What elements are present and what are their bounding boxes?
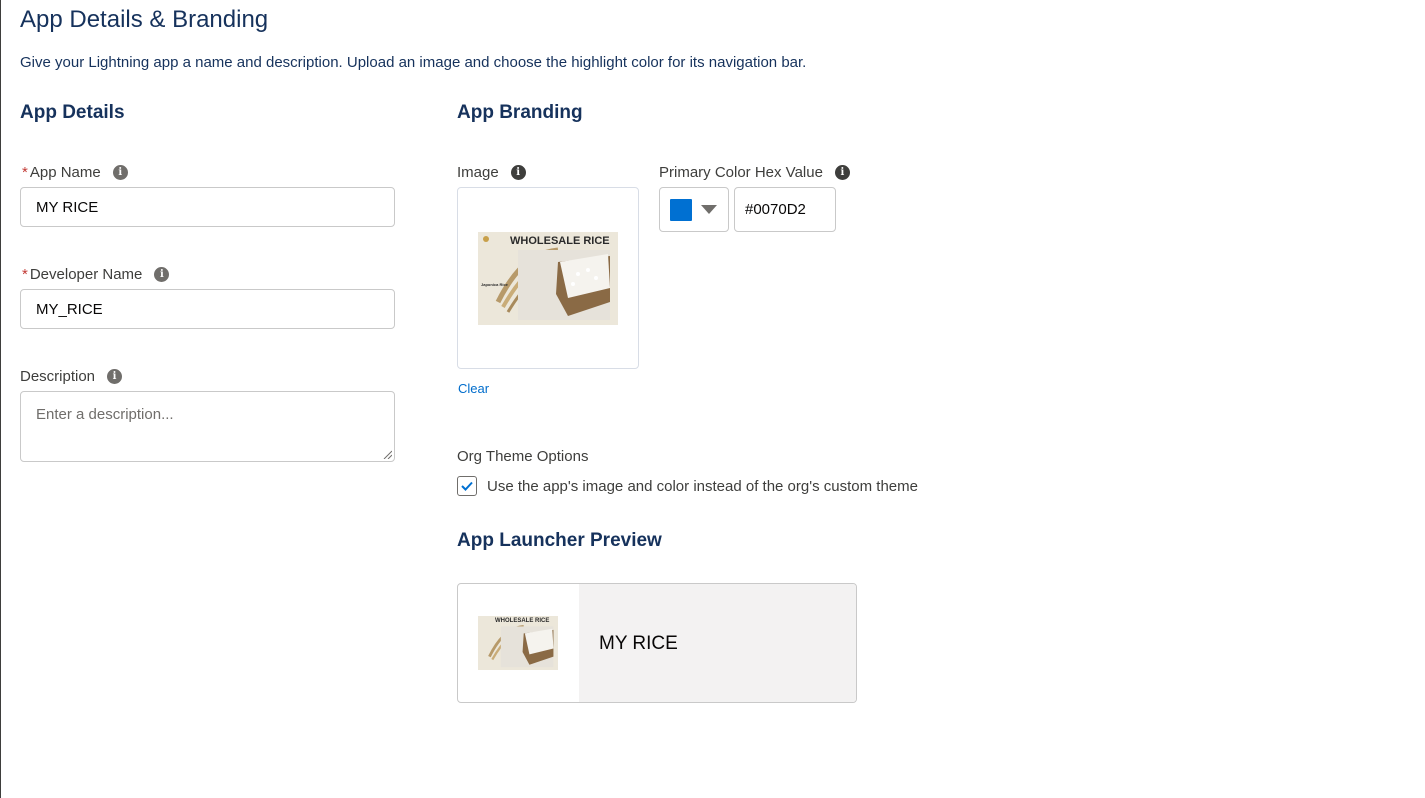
image-label-text: Image xyxy=(457,164,499,181)
app-launcher-preview-heading: App Launcher Preview xyxy=(457,530,662,551)
description-textarea[interactable]: Enter a description... xyxy=(20,391,395,462)
app-name-label: * App Name i xyxy=(22,164,128,181)
clear-image-link[interactable]: Clear xyxy=(458,381,489,396)
required-marker: * xyxy=(22,164,28,181)
image-subtext: Japonica Rice xyxy=(481,282,508,287)
description-label: Description i xyxy=(20,368,123,385)
info-icon[interactable]: i xyxy=(510,165,526,180)
description-label-text: Description xyxy=(20,368,96,385)
org-theme-label: Org Theme Options xyxy=(457,448,589,465)
preview-app-name-panel: MY RICE xyxy=(579,584,856,702)
color-picker-button[interactable] xyxy=(659,187,729,232)
org-theme-checkbox-label: Use the app's image and color instead of… xyxy=(487,477,918,495)
color-label-text: Primary Color Hex Value xyxy=(659,164,823,181)
required-marker: * xyxy=(22,266,28,283)
page-subtitle: Give your Lightning app a name and descr… xyxy=(20,54,807,71)
developer-name-label: * Developer Name i xyxy=(22,266,170,283)
color-hex-input[interactable]: #0070D2 xyxy=(734,187,836,232)
info-icon[interactable]: i xyxy=(107,369,123,384)
color-label: Primary Color Hex Value i xyxy=(659,164,850,181)
developer-name-label-text: Developer Name xyxy=(29,266,143,283)
checkmark-icon xyxy=(461,481,473,491)
description-placeholder: Enter a description... xyxy=(36,406,174,423)
image-title-text: WHOLESALE RICE xyxy=(510,235,610,247)
app-image: WHOLESALE RICE Japonica Rice xyxy=(478,232,618,325)
app-name-input[interactable]: MY RICE xyxy=(20,187,395,227)
preview-app-image: WHOLESALE RICE xyxy=(478,616,558,670)
app-details-heading: App Details xyxy=(20,102,125,123)
developer-name-input[interactable]: MY_RICE xyxy=(20,289,395,329)
info-icon[interactable]: i xyxy=(834,165,850,180)
preview-app-name: MY RICE xyxy=(599,633,678,654)
chevron-down-icon xyxy=(701,205,717,214)
org-theme-checkbox[interactable] xyxy=(457,476,477,496)
info-icon[interactable]: i xyxy=(112,165,128,180)
left-border xyxy=(0,0,1,798)
org-theme-option[interactable]: Use the app's image and color instead of… xyxy=(457,476,918,496)
rice-illustration xyxy=(478,616,558,670)
resize-grip-icon[interactable] xyxy=(383,450,392,459)
page-title: App Details & Branding xyxy=(20,6,269,33)
image-label: Image i xyxy=(457,164,526,181)
info-icon[interactable]: i xyxy=(154,267,170,282)
app-launcher-preview-card: WHOLESALE RICE MY RICE xyxy=(457,583,857,703)
app-name-label-text: App Name xyxy=(29,164,101,181)
color-swatch xyxy=(670,198,692,221)
image-upload-box[interactable]: WHOLESALE RICE Japonica Rice xyxy=(457,187,639,369)
preview-image-title-text: WHOLESALE RICE xyxy=(495,618,550,624)
app-branding-heading: App Branding xyxy=(457,102,583,123)
